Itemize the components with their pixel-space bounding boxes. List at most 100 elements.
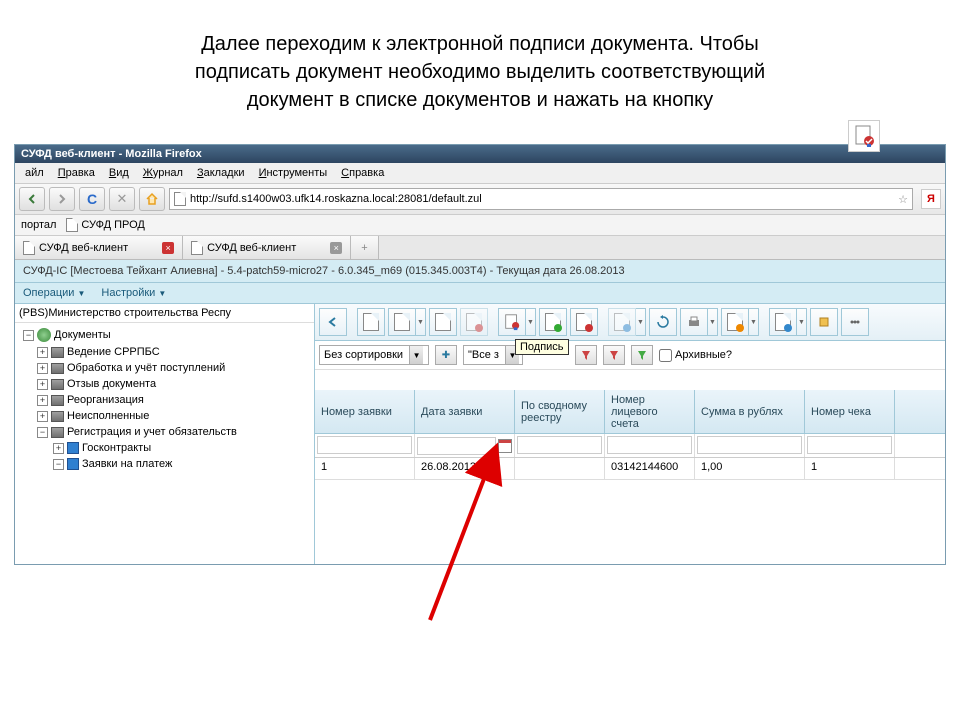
filter-account[interactable] <box>607 436 692 454</box>
expand-icon[interactable]: + <box>37 347 48 358</box>
menu-help[interactable]: Справка <box>335 165 390 181</box>
bookmark-portal[interactable]: портал <box>21 219 56 231</box>
col-req-num[interactable]: Номер заявки <box>315 390 415 433</box>
calendar-icon[interactable] <box>498 439 512 453</box>
sidebar-header: (PBS)Министерство строительства Респу <box>15 304 314 323</box>
delete-button[interactable] <box>460 308 488 336</box>
collapse-icon[interactable]: − <box>37 427 48 438</box>
copy-button[interactable] <box>429 308 457 336</box>
stop-button[interactable]: ✕ <box>109 187 135 211</box>
filter-amount[interactable] <box>697 436 802 454</box>
menu-operations[interactable]: Операции▼ <box>23 287 85 299</box>
archive-checkbox[interactable]: Архивные? <box>659 349 732 362</box>
table-row[interactable]: 1 26.08.2013 03142144600 1,00 1 <box>315 458 945 480</box>
menu-bookmarks[interactable]: Закладки <box>191 165 251 181</box>
new-button[interactable] <box>388 308 416 336</box>
url-input[interactable] <box>190 193 894 205</box>
check-sign-button[interactable] <box>539 308 567 336</box>
tree-processing[interactable]: +Обработка и учёт поступлений <box>15 360 314 376</box>
grid-filter-row <box>315 434 945 458</box>
menu-view[interactable]: Вид <box>103 165 135 181</box>
dropdown-arrow[interactable]: ▼ <box>636 308 646 336</box>
tab-inactive[interactable]: СУФД веб-клиент × <box>183 236 351 259</box>
back-button[interactable] <box>19 187 45 211</box>
tab-active[interactable]: СУФД веб-клиент × <box>15 236 183 259</box>
refresh-button[interactable] <box>649 308 677 336</box>
tree-srpbs[interactable]: +Ведение СРРПБС <box>15 344 314 360</box>
filter-req-num[interactable] <box>317 436 412 454</box>
dropdown-arrow[interactable]: ▼ <box>708 308 718 336</box>
folder-icon <box>51 347 64 358</box>
menu-file[interactable]: айл <box>19 165 50 181</box>
filter-check[interactable] <box>807 436 892 454</box>
tab-favicon-icon <box>23 241 35 255</box>
instruction-text: Далее переходим к электронной подписи до… <box>0 0 960 124</box>
tree-recall[interactable]: +Отзыв документа <box>15 376 314 392</box>
tree-documents[interactable]: −Документы <box>15 326 314 344</box>
filter-combo[interactable]: "Все з▼ <box>463 345 523 365</box>
tree-payment-requests[interactable]: −Заявки на платеж <box>15 456 314 472</box>
dropdown-arrow[interactable]: ▼ <box>749 308 759 336</box>
doc-remove-icon <box>576 313 592 331</box>
attach-button[interactable] <box>769 308 797 336</box>
new-tab-button[interactable]: + <box>351 236 378 259</box>
folder-icon <box>51 395 64 406</box>
col-req-date[interactable]: Дата заявки <box>415 390 515 433</box>
tree-unexecuted[interactable]: +Неисполненные <box>15 408 314 424</box>
expand-icon[interactable]: + <box>53 443 64 454</box>
cell-registry <box>515 458 605 479</box>
filter-registry[interactable] <box>517 436 602 454</box>
forward-button[interactable] <box>49 187 75 211</box>
expand-icon[interactable]: + <box>37 363 48 374</box>
dropdown-arrow[interactable]: ▼ <box>416 308 426 336</box>
menu-settings[interactable]: Настройки▼ <box>101 287 166 299</box>
tree-contracts[interactable]: +Госконтракты <box>15 440 314 456</box>
menu-tools[interactable]: Инструменты <box>253 165 334 181</box>
filter-btn-3[interactable] <box>631 345 653 365</box>
print-button[interactable] <box>680 308 708 336</box>
tree-reorg[interactable]: +Реорганизация <box>15 392 314 408</box>
tab-close-icon[interactable]: × <box>162 242 174 254</box>
bookmark-sufd-prod[interactable]: СУФД ПРОД <box>66 218 144 232</box>
reload-button[interactable]: C <box>79 187 105 211</box>
col-amount[interactable]: Сумма в рублях <box>695 390 805 433</box>
open-button[interactable] <box>357 308 385 336</box>
col-account[interactable]: Номер лицевого счета <box>605 390 695 433</box>
dropdown-arrow[interactable]: ▼ <box>797 308 807 336</box>
filter-btn-2[interactable] <box>603 345 625 365</box>
remove-sign-button[interactable] <box>570 308 598 336</box>
page-favicon-icon <box>174 192 186 206</box>
send-button[interactable] <box>608 308 636 336</box>
home-button[interactable] <box>139 187 165 211</box>
collapse-icon[interactable]: − <box>23 330 34 341</box>
bookmark-star-icon[interactable]: ☆ <box>898 193 908 206</box>
expand-icon[interactable]: + <box>37 395 48 406</box>
dropdown-icon[interactable]: ▼ <box>409 346 423 364</box>
filter-req-date[interactable] <box>417 437 496 455</box>
tree-registration[interactable]: −Регистрация и учет обязательств <box>15 424 314 440</box>
yandex-search-icon[interactable]: Я <box>921 189 941 209</box>
archive-checkbox-input[interactable] <box>659 349 672 362</box>
col-registry[interactable]: По сводному реестру <box>515 390 605 433</box>
export-button[interactable] <box>721 308 749 336</box>
bookmarks-toolbar: портал СУФД ПРОД <box>15 215 945 236</box>
more-button[interactable] <box>841 308 869 336</box>
grid-header: Номер заявки Дата заявки По сводному рее… <box>315 390 945 434</box>
menu-edit[interactable]: Правка <box>52 165 101 181</box>
window-titlebar: СУФД веб-клиент - Mozilla Firefox <box>15 145 945 163</box>
sort-add-button[interactable]: ✚ <box>435 345 457 365</box>
collapse-icon[interactable]: − <box>53 459 64 470</box>
filter-btn-1[interactable] <box>575 345 597 365</box>
back-button[interactable] <box>319 308 347 336</box>
expand-icon[interactable]: + <box>37 411 48 422</box>
attachments-button[interactable] <box>810 308 838 336</box>
dropdown-arrow[interactable]: ▼ <box>526 308 536 336</box>
tab-close-icon[interactable]: × <box>330 242 342 254</box>
col-check[interactable]: Номер чека <box>805 390 895 433</box>
expand-icon[interactable]: + <box>37 379 48 390</box>
sort-combo[interactable]: Без сортировки▼ <box>319 345 429 365</box>
menu-history[interactable]: Журнал <box>137 165 189 181</box>
sign-button[interactable] <box>498 308 526 336</box>
doc-check-icon <box>545 313 561 331</box>
address-bar[interactable]: ☆ <box>169 188 913 210</box>
